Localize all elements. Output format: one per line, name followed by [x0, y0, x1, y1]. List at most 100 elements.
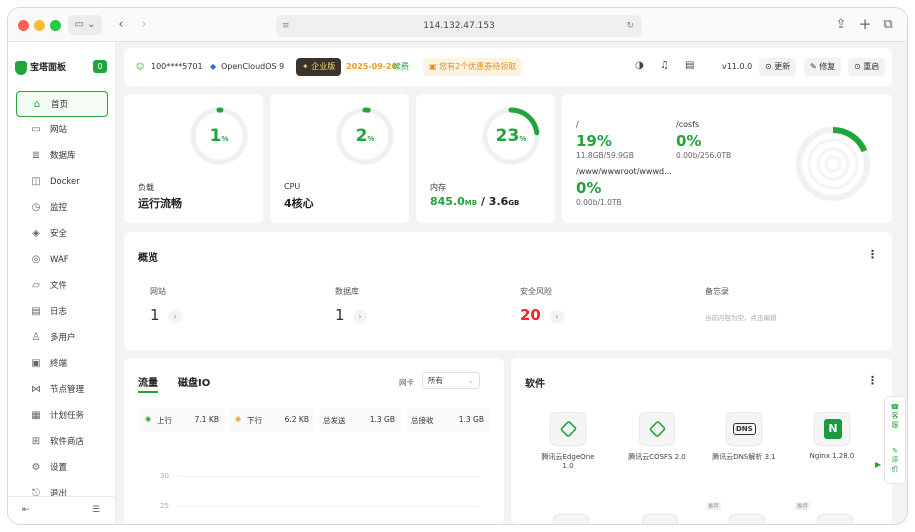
upload-stat: ◉ 上行 7.1 KB	[139, 408, 225, 432]
tabs-overview-icon[interactable]: ⧉	[881, 15, 895, 35]
software-item-partial[interactable]	[642, 514, 678, 524]
chevron-right-icon[interactable]: ›	[353, 310, 367, 324]
more-icon[interactable]: ⋮	[867, 248, 878, 261]
sidebar-item-12[interactable]: ⋈ 节点管理	[16, 377, 108, 403]
disk-card[interactable]: / 19% 11.8GB/59.9GB /cosfs 0% 0.00b/256.…	[562, 94, 892, 223]
software-item-partial[interactable]	[817, 514, 853, 524]
terminal-icon: ▣	[31, 358, 41, 369]
sidebar-item-9[interactable]: ▤ 日志	[16, 299, 108, 325]
coupon-banner[interactable]: ▣ 您有2个优惠券待领取	[423, 58, 523, 76]
cpu-gauge	[336, 107, 394, 165]
share-icon[interactable]: ⇪	[834, 15, 848, 35]
sidebar-item-label: 数据库	[50, 151, 76, 161]
sidebar-item-5[interactable]: ◷ 监控	[16, 195, 108, 221]
customer-service-button[interactable]: ☎ 客服	[885, 403, 905, 430]
renew-link[interactable]: 续费	[393, 60, 409, 74]
software-item[interactable]: N Nginx 1.28.0	[799, 412, 865, 460]
review-button[interactable]: ✎ 评价	[885, 447, 905, 474]
users-icon: ♙	[31, 332, 41, 343]
overview-value[interactable]: 1	[150, 306, 160, 324]
restart-label: 重启	[863, 62, 880, 71]
overview-title: 概览	[138, 253, 158, 264]
update-label: 更新	[774, 62, 791, 71]
sidebar-item-6[interactable]: ◈ 安全	[16, 221, 108, 247]
restart-button[interactable]: ⊙ 重启	[848, 58, 886, 76]
software-item[interactable]: DNS 腾讯云DNS解析 3.1	[711, 412, 777, 462]
sidebar-item-3[interactable]: ≣ 数据库	[16, 143, 108, 169]
sidebar-item-10[interactable]: ♙ 多用户	[16, 325, 108, 351]
memory-used: 845.0	[430, 195, 465, 208]
sidebar-item-13[interactable]: ▦ 计划任务	[16, 403, 108, 429]
memo-placeholder[interactable]: 当前内容为空，点击编辑	[705, 312, 777, 322]
gauge-value: 23	[495, 126, 520, 146]
tab-traffic[interactable]: 流量	[138, 374, 158, 393]
load-card[interactable]: 1% 负载 运行流畅	[124, 94, 263, 223]
edition-badge[interactable]: ✦ 企业版	[296, 58, 342, 76]
more-icon[interactable]: ⋮	[867, 374, 878, 387]
nginx-icon: N	[814, 412, 850, 446]
sidebar-item-8[interactable]: ▱ 文件	[16, 273, 108, 299]
software-card: 软件 ⋮ 腾讯云EdgeOne 1.0 腾讯云COSFS 2.0 DNS 腾讯云…	[511, 358, 892, 524]
store-icon: ⊞	[31, 436, 41, 447]
sidebar-item-2[interactable]: ▭ 网站	[16, 117, 108, 143]
theme-icon[interactable]: ◑	[635, 59, 644, 73]
sidebar-item-14[interactable]: ⊞ 软件商店	[16, 429, 108, 455]
address-bar[interactable]: ≡ 114.132.47.153 ↻	[276, 15, 642, 37]
sidebar-item-15[interactable]: ⚙ 设置	[16, 455, 108, 481]
sidebar-item-7[interactable]: ◎ WAF	[16, 247, 108, 273]
menu-icon[interactable]: ☰	[92, 505, 100, 515]
notification-icon[interactable]: ♫	[660, 59, 669, 73]
repair-label: 修复	[819, 62, 836, 71]
next-page-icon[interactable]: ▶	[875, 460, 881, 469]
notes-icon[interactable]: ▤	[685, 59, 694, 73]
software-item[interactable]: 腾讯云COSFS 2.0	[624, 412, 690, 462]
memory-total-unit: GB	[508, 199, 520, 207]
repair-button[interactable]: ✎ 修复	[804, 58, 842, 76]
overview-value[interactable]: 20	[520, 306, 541, 324]
sidebar-toggle-icon[interactable]: ▭ ⌄	[68, 15, 102, 35]
cpu-card[interactable]: 2% CPU 4核心	[270, 94, 409, 223]
back-icon[interactable]: ‹	[114, 15, 128, 35]
maximize-window-button[interactable]	[50, 20, 61, 31]
software-name: Nginx 1.28.0	[809, 452, 855, 460]
software-item[interactable]: 腾讯云EdgeOne 1.0	[535, 412, 601, 470]
overview-value[interactable]: 1	[335, 306, 345, 324]
memory-card[interactable]: 23% 内存 845.0MB / 3.6GB	[416, 94, 555, 223]
software-item-partial[interactable]	[553, 514, 589, 524]
recommend-tag: 推荐	[706, 502, 722, 510]
sidebar-item-1[interactable]: ⌂ 首页	[16, 91, 108, 117]
memory-total: 3.6	[488, 195, 509, 208]
collapse-icon[interactable]: ⇤	[22, 505, 30, 515]
reload-icon[interactable]: ↻	[626, 15, 634, 37]
cpu-percent: 2%	[345, 126, 385, 146]
gauge-value: 2	[355, 126, 368, 146]
tab-disk-io[interactable]: 磁盘IO	[178, 374, 210, 389]
sidebar-item-4[interactable]: ◫ Docker	[16, 169, 108, 195]
load-label: 负载	[138, 183, 154, 192]
update-button[interactable]: ⊙ 更新	[759, 58, 797, 76]
forward-icon[interactable]: ›	[137, 15, 151, 35]
edgeone-icon	[550, 412, 586, 446]
load-percent: 1%	[199, 126, 239, 146]
close-window-button[interactable]	[18, 20, 29, 31]
download-stat: ◉ 下行 6.2 KB	[229, 408, 315, 432]
disk-percent: 0%	[676, 132, 702, 150]
chevron-right-icon[interactable]: ›	[168, 310, 182, 324]
stat-label: 总接收	[411, 416, 434, 425]
folder-icon: ▱	[32, 280, 40, 291]
new-tab-icon[interactable]: +	[858, 14, 872, 34]
top-info-bar: ☺ 100****5701 ◆ OpenCloudOS 9 ✦ 企业版 2025…	[124, 48, 892, 86]
wrench-icon: ✎	[810, 62, 820, 71]
account-name[interactable]: 100****5701	[151, 60, 203, 74]
chevron-right-icon[interactable]: ›	[550, 310, 564, 324]
sidebar-item-11[interactable]: ▣ 终端	[16, 351, 108, 377]
nic-select[interactable]: 所有 ⌄	[422, 372, 480, 389]
edit-icon: ✎	[892, 447, 898, 455]
software-item-partial[interactable]	[729, 514, 765, 524]
sidebar-item-label: Docker	[50, 177, 80, 187]
stat-label: 总发送	[323, 416, 346, 425]
message-badge[interactable]: 0	[93, 60, 107, 73]
minimize-window-button[interactable]	[34, 20, 45, 31]
memory-percent: 23%	[486, 126, 536, 146]
sidebar-item-label: 安全	[50, 229, 68, 239]
